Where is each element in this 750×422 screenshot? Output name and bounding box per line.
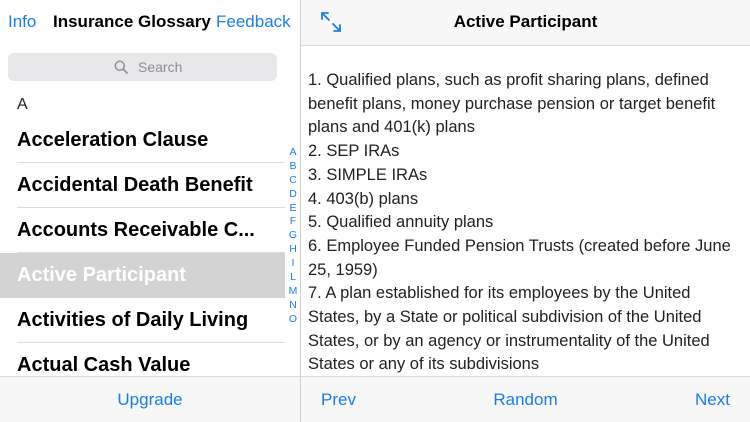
definition-paragraph: 1. Qualified plans, such as profit shari…	[308, 71, 716, 137]
app-title: Insurance Glossary	[53, 12, 211, 31]
index-letter[interactable]: F	[286, 215, 300, 229]
index-letter[interactable]: C	[286, 174, 300, 188]
index-letter[interactable]: A	[286, 146, 300, 160]
index-letter[interactable]: N	[286, 299, 300, 313]
detail-nav-bar: Active Participant	[301, 0, 750, 46]
list-nav-bar: Info Insurance Glossary Feedback	[0, 0, 300, 46]
list-item-label: Actual Cash Value	[17, 354, 191, 376]
definition-paragraph: 3. SIMPLE IRAs	[308, 165, 428, 184]
alphabet-index[interactable]: ABCDEFGHILMNO	[286, 146, 300, 327]
list-item-label: Accidental Death Benefit	[17, 174, 253, 196]
list-item-label: Active Participant	[17, 264, 186, 286]
detail-toolbar: Prev Random Next	[301, 376, 750, 422]
definition-paragraph: 4. 403(b) plans	[308, 189, 419, 208]
list-item[interactable]: Activities of Daily Living	[0, 298, 285, 343]
index-letter[interactable]: M	[286, 285, 300, 299]
index-letter[interactable]: D	[286, 188, 300, 202]
definition-paragraph: 6. Employee Funded Pension Trusts (creat…	[308, 236, 731, 279]
feedback-button[interactable]: Feedback	[216, 12, 291, 32]
list-item[interactable]: Accounts Receivable C...	[0, 208, 285, 253]
index-letter[interactable]: L	[286, 271, 300, 285]
list-item-label: Accounts Receivable C...	[17, 219, 255, 241]
glossary-list-panel: Info Insurance Glossary Feedback Search …	[0, 0, 300, 422]
next-button[interactable]: Next	[695, 390, 730, 410]
definition-text: 1. Qualified plans, such as profit shari…	[308, 69, 746, 377]
list-toolbar: Upgrade	[0, 376, 300, 422]
random-button[interactable]: Random	[301, 390, 750, 410]
definition-paragraph: 2. SEP IRAs	[308, 142, 400, 161]
list-item-label: Activities of Daily Living	[17, 309, 249, 331]
list-item[interactable]: Active Participant	[0, 253, 285, 298]
search-placeholder: Search	[138, 59, 183, 75]
definition-paragraph: 5. Qualified annuity plans	[308, 213, 494, 232]
index-letter[interactable]: G	[286, 229, 300, 243]
definition-title: Active Participant	[453, 12, 598, 31]
definition-panel: Active Participant 1. Qualified plans, s…	[301, 0, 750, 422]
info-button[interactable]: Info	[8, 12, 36, 32]
search-icon	[114, 60, 128, 74]
upgrade-button[interactable]: Upgrade	[0, 390, 300, 410]
list-item-label: Acceleration Clause	[17, 129, 209, 151]
index-letter[interactable]: B	[286, 160, 300, 174]
list-item[interactable]: Accidental Death Benefit	[0, 163, 285, 208]
definition-paragraph: 7. A plan established for its employees …	[308, 284, 710, 374]
index-letter[interactable]: O	[286, 313, 300, 327]
index-letter[interactable]: E	[286, 202, 300, 216]
list-item[interactable]: Acceleration Clause	[0, 118, 285, 163]
section-header: A	[17, 96, 28, 113]
search-field[interactable]: Search	[8, 53, 277, 81]
index-letter[interactable]: H	[286, 243, 300, 257]
index-letter[interactable]: I	[286, 257, 300, 271]
